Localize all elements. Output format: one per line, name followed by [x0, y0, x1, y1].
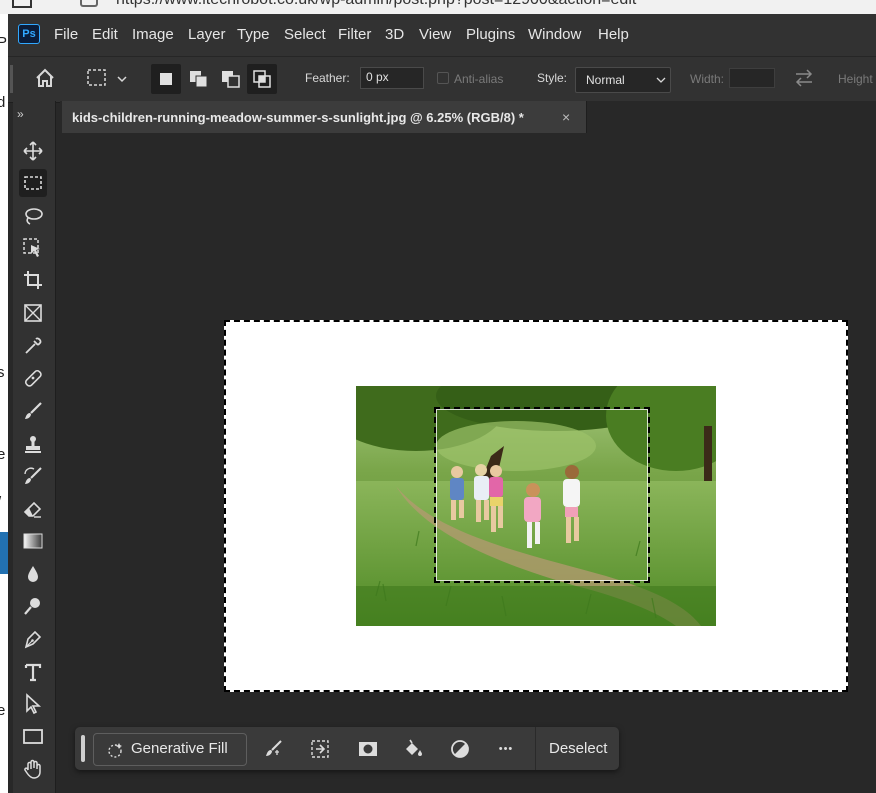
fill-selection-icon[interactable] [401, 737, 425, 761]
menu-window[interactable]: Window [528, 26, 581, 43]
canvas-area[interactable] [56, 133, 876, 793]
options-grip [10, 65, 13, 93]
close-icon[interactable]: × [562, 109, 570, 125]
rectangle-tool-icon[interactable] [19, 722, 47, 750]
menu-filter[interactable]: Filter [338, 26, 371, 43]
type-tool-icon[interactable] [19, 658, 47, 686]
taskbar-drag-handle[interactable] [81, 735, 85, 762]
deselect-label: Deselect [549, 740, 608, 757]
menu-plugins[interactable]: Plugins [466, 26, 515, 43]
menu-bar: Ps File Edit Image Layer Type Select Fil… [8, 14, 876, 56]
select-subject-brush-icon[interactable] [262, 737, 286, 761]
photoshop-logo: Ps [18, 24, 40, 44]
menu-layer[interactable]: Layer [188, 26, 226, 43]
generative-fill-label: Generative Fill [131, 740, 228, 757]
pen-tool-icon[interactable] [19, 625, 47, 653]
eyedropper-tool-icon[interactable] [19, 332, 47, 360]
hand-tool-icon[interactable] [19, 755, 47, 783]
chevron-down-icon [656, 77, 666, 83]
deselect-button[interactable]: Deselect [535, 727, 620, 770]
document-tab-title: kids-children-running-meadow-summer-s-su… [72, 110, 524, 125]
menu-help[interactable]: Help [598, 26, 629, 43]
eraser-tool-icon[interactable] [19, 495, 47, 523]
width-input[interactable] [729, 68, 775, 88]
home-icon[interactable] [34, 67, 56, 94]
clone-stamp-tool-icon[interactable] [19, 430, 47, 458]
more-options-icon[interactable]: ••• [494, 737, 518, 761]
feather-value: 0 px [366, 70, 389, 84]
browser-tab-icon [80, 0, 98, 7]
menu-file[interactable]: File [54, 26, 78, 43]
dodge-tool-icon[interactable] [19, 592, 47, 620]
contextual-task-bar: Generative Fill ••• Deselect [75, 727, 619, 770]
spot-healing-brush-tool-icon[interactable] [19, 364, 47, 392]
options-bar: Feather: 0 px Anti-alias Style: Normal W… [8, 56, 876, 103]
subtract-from-selection-icon[interactable] [216, 64, 246, 99]
gradient-tool-icon[interactable] [19, 527, 47, 555]
lasso-tool-icon[interactable] [19, 202, 47, 230]
tools-panel: » [13, 101, 56, 793]
swap-dimensions-icon[interactable] [793, 68, 815, 93]
create-mask-icon[interactable] [356, 737, 380, 761]
history-brush-tool-icon[interactable] [19, 462, 47, 490]
antialias-checkbox[interactable] [437, 72, 449, 84]
collapse-panel-icon[interactable]: » [17, 107, 24, 121]
brush-tool-icon[interactable] [19, 397, 47, 425]
photo-selection-marquee [434, 407, 650, 583]
style-label: Style: [537, 71, 568, 85]
frame-tool-icon[interactable] [19, 299, 47, 327]
browser-address-strip: https://www.itechrobot.co.uk/wp-admin/po… [0, 0, 876, 15]
new-selection-icon[interactable] [151, 64, 181, 94]
menu-view[interactable]: View [419, 26, 451, 43]
browser-url[interactable]: https://www.itechrobot.co.uk/wp-admin/po… [116, 0, 636, 9]
photoshop-window: Ps File Edit Image Layer Type Select Fil… [8, 14, 876, 793]
move-tool-icon[interactable] [19, 137, 47, 165]
menu-image[interactable]: Image [132, 26, 174, 43]
generative-fill-icon [108, 743, 122, 758]
add-to-selection-icon[interactable] [184, 64, 214, 99]
crop-tool-icon[interactable] [19, 266, 47, 294]
document-tab[interactable]: kids-children-running-meadow-summer-s-su… [62, 101, 587, 133]
menu-type[interactable]: Type [237, 26, 270, 43]
browser-control-icon [12, 0, 32, 8]
menu-3d[interactable]: 3D [385, 26, 404, 43]
adjustment-layer-icon[interactable] [448, 737, 472, 761]
style-dropdown[interactable]: Normal [575, 67, 671, 93]
feather-label: Feather: [305, 71, 350, 85]
path-selection-tool-icon[interactable] [19, 690, 47, 718]
marquee-preset-icon[interactable] [86, 67, 128, 94]
width-label: Width: [690, 72, 725, 86]
background-page-edge: P d s e / e [0, 14, 8, 793]
feather-input[interactable]: 0 px [360, 67, 424, 89]
intersect-selection-icon[interactable] [247, 64, 277, 94]
menu-edit[interactable]: Edit [92, 26, 118, 43]
modify-selection-icon[interactable] [308, 737, 332, 761]
object-selection-tool-icon[interactable] [19, 234, 47, 262]
style-value: Normal [586, 73, 625, 87]
antialias-label: Anti-alias [454, 72, 504, 86]
menu-select[interactable]: Select [284, 26, 326, 43]
document-tab-bar: kids-children-running-meadow-summer-s-su… [60, 101, 876, 133]
height-label: Height [838, 72, 873, 86]
rectangular-marquee-tool-icon[interactable] [19, 169, 47, 197]
blur-tool-icon[interactable] [19, 560, 47, 588]
generative-fill-button[interactable]: Generative Fill [93, 733, 247, 766]
